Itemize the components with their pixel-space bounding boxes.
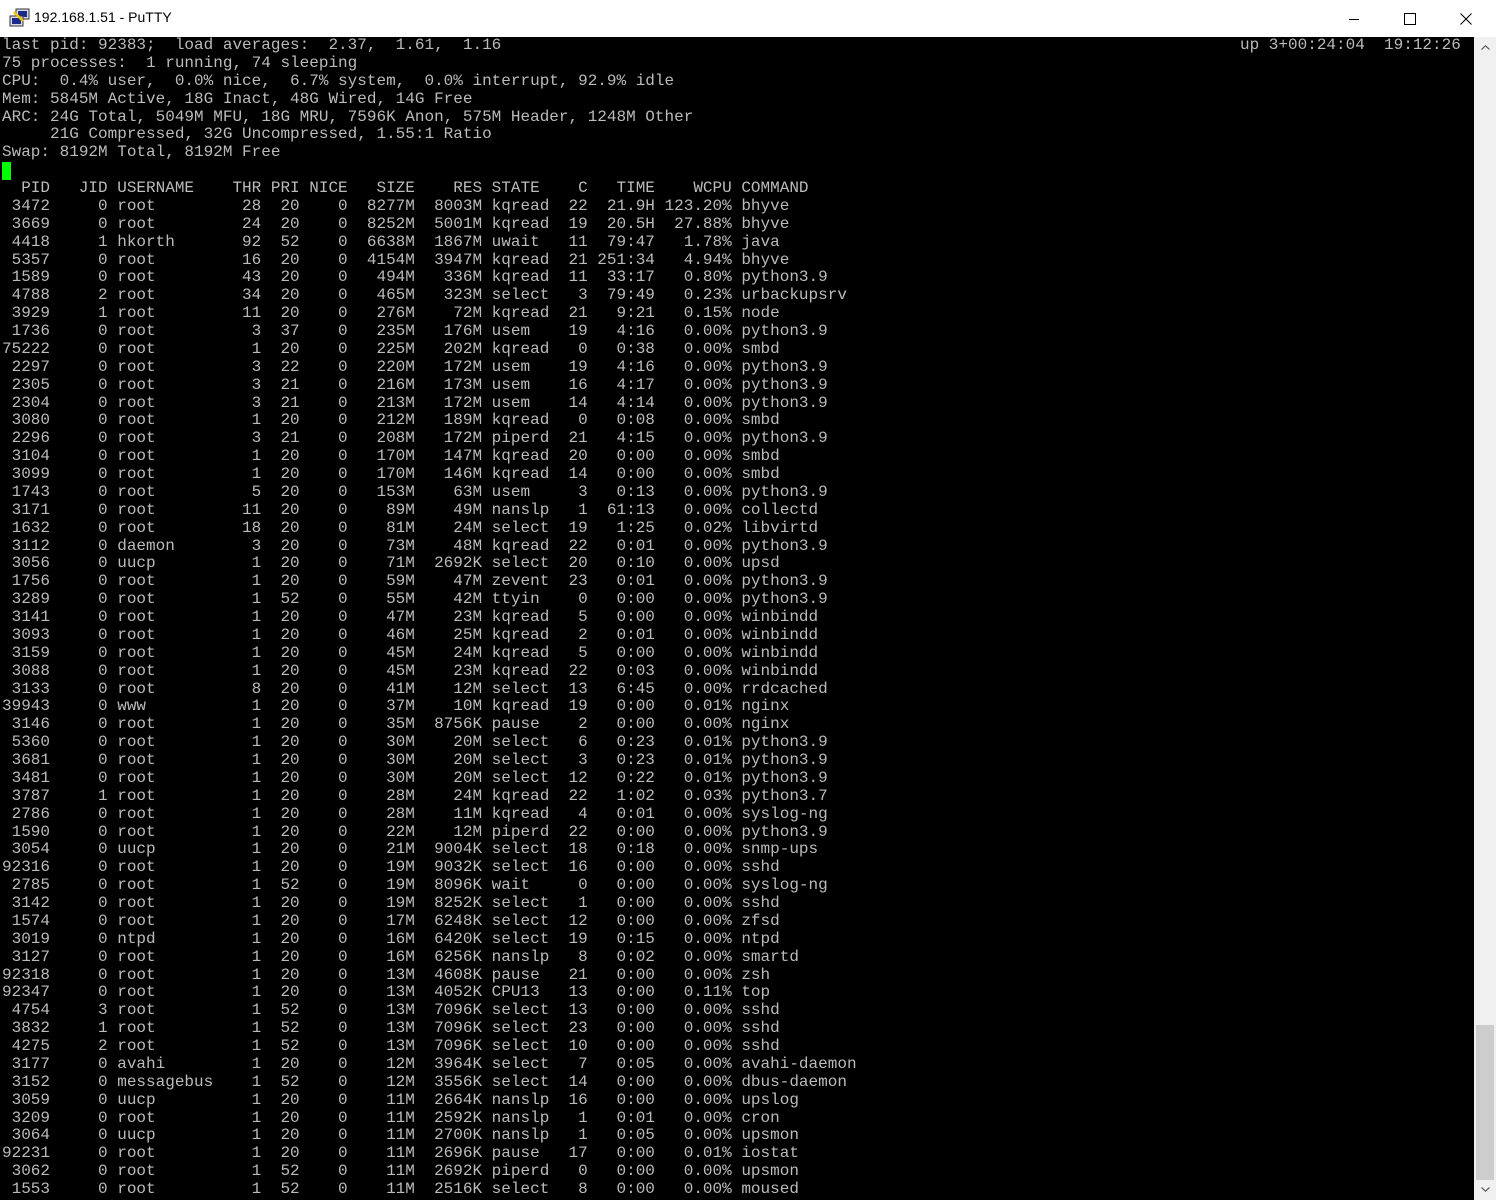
window-title: 192.168.1.51 - PuTTY — [34, 9, 172, 25]
scroll-up-arrow-icon[interactable] — [1474, 39, 1496, 56]
scrollbar-thumb[interactable] — [1476, 1025, 1494, 1180]
minimize-icon — [1349, 18, 1359, 20]
scroll-down-arrow-icon[interactable] — [1474, 1181, 1496, 1198]
terminal-cursor — [2, 162, 11, 180]
close-icon — [1460, 12, 1472, 25]
minimize-button[interactable] — [1326, 0, 1382, 37]
putty-icon[interactable] — [9, 8, 31, 28]
top-output: last pid: 92383; load averages: 2.37, 1.… — [2, 37, 857, 1198]
vertical-scrollbar[interactable] — [1474, 37, 1496, 1200]
maximize-button[interactable] — [1382, 0, 1438, 37]
uptime-clock: up 3+00:24:04 19:12:26 — [1240, 37, 1461, 54]
maximize-icon — [1404, 12, 1416, 25]
window-titlebar[interactable]: 192.168.1.51 - PuTTY — [0, 0, 1496, 38]
terminal-area[interactable]: last pid: 92383; load averages: 2.37, 1.… — [0, 37, 1474, 1200]
close-button[interactable] — [1438, 0, 1494, 37]
